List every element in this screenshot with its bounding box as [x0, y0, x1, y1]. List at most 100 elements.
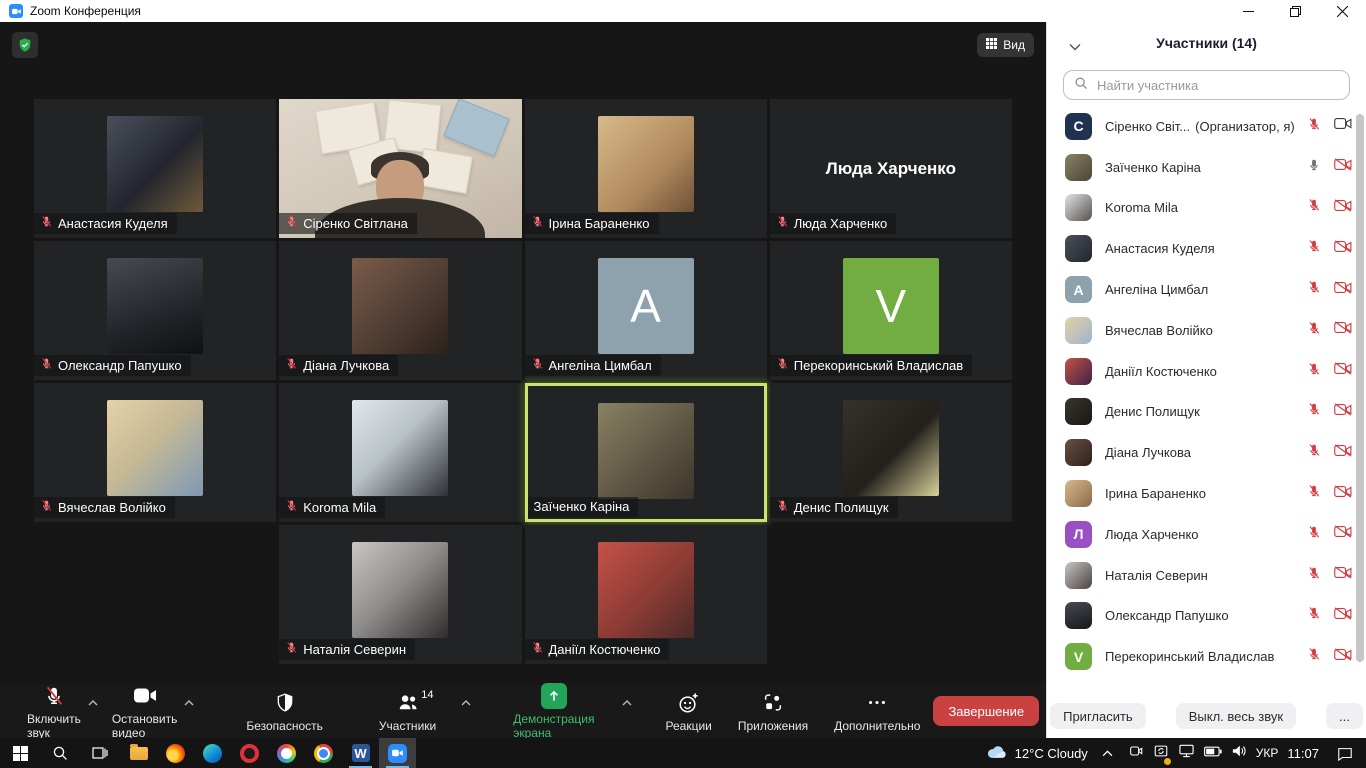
- participant-row[interactable]: Вячеслав Волійко: [1047, 310, 1366, 351]
- weather-widget[interactable]: 12°C Cloudy: [986, 744, 1088, 762]
- word-icon[interactable]: W: [342, 738, 379, 768]
- participant-photo: [352, 400, 448, 496]
- panel-scrollbar[interactable]: [1356, 114, 1364, 662]
- paint3d-icon[interactable]: [268, 738, 305, 768]
- participant-tile[interactable]: Денис Полищук: [770, 383, 1012, 522]
- window-title: Zoom Конференция: [30, 4, 141, 18]
- participant-row[interactable]: Анастасия Куделя: [1047, 228, 1366, 269]
- reactions-icon: [677, 690, 700, 716]
- tray-expand-icon[interactable]: [1097, 738, 1119, 768]
- camera-off-icon: [1334, 158, 1352, 176]
- participant-tile[interactable]: V Перекоринський Владислав: [770, 241, 1012, 380]
- close-button[interactable]: [1319, 0, 1366, 22]
- participant-avatar: V: [1065, 643, 1092, 670]
- toolbar-more-button[interactable]: Дополнительно: [821, 690, 933, 733]
- participant-tile[interactable]: Даніїл Костюченко: [525, 525, 767, 664]
- participant-photo: [107, 258, 203, 354]
- end-meeting-button[interactable]: Завершение: [933, 696, 1039, 726]
- chrome-icon[interactable]: [305, 738, 342, 768]
- participant-row[interactable]: Koroma Mila: [1047, 188, 1366, 229]
- panel-more-button[interactable]: ...: [1326, 703, 1363, 729]
- mic-muted-icon: [1307, 279, 1321, 300]
- participant-row[interactable]: Наталія Северин: [1047, 555, 1366, 596]
- toolbar-stop-video-button[interactable]: Остановить видео: [99, 683, 191, 740]
- video-grid: Анастасия Куделя Сіренко Світлана: [34, 99, 1012, 664]
- battery-icon[interactable]: [1204, 744, 1222, 762]
- participant-row[interactable]: V Перекоринський Владислав: [1047, 636, 1366, 677]
- participant-row[interactable]: Ірина Бараненко: [1047, 473, 1366, 514]
- apps-icon: [762, 690, 784, 716]
- minimize-button[interactable]: [1225, 0, 1272, 22]
- muted-mic-icon: [40, 215, 53, 231]
- participant-tile[interactable]: Koroma Mila: [279, 383, 521, 522]
- action-center-icon[interactable]: [1328, 738, 1362, 768]
- mic-muted-icon: [1307, 524, 1321, 545]
- participant-row[interactable]: C Сіренко Світ... (Организатор, я): [1047, 106, 1366, 147]
- participant-tile[interactable]: Ірина Бараненко: [525, 99, 767, 238]
- toolbar-reactions-button[interactable]: Реакции: [653, 690, 725, 733]
- view-button[interactable]: Вид: [977, 33, 1034, 57]
- sync-tray-icon[interactable]: [1153, 743, 1169, 764]
- mic-muted-icon: [43, 683, 65, 709]
- restore-button[interactable]: [1272, 0, 1319, 22]
- edge-icon[interactable]: [194, 738, 231, 768]
- participant-avatar: [1065, 235, 1092, 262]
- participant-tile[interactable]: Сіренко Світлана: [279, 99, 521, 238]
- taskbar-clock[interactable]: 11:07: [1287, 746, 1319, 761]
- muted-mic-icon: [40, 499, 53, 515]
- participant-row[interactable]: A Ангеліна Цимбал: [1047, 269, 1366, 310]
- participant-photo: [843, 400, 939, 496]
- toolbar-apps-button[interactable]: Приложения: [725, 690, 821, 733]
- participant-tile[interactable]: Вячеслав Волійко: [34, 383, 276, 522]
- toolbar-label: Демонстрация экрана: [513, 712, 594, 740]
- participant-tile[interactable]: Діана Лучкова: [279, 241, 521, 380]
- toolbar-unmute-button[interactable]: Включить звук: [14, 683, 94, 740]
- security-verified-icon[interactable]: [12, 32, 38, 58]
- opera-icon[interactable]: [231, 738, 268, 768]
- participant-row[interactable]: Денис Полищук: [1047, 392, 1366, 433]
- chevron-up-icon[interactable]: [622, 690, 632, 716]
- taskbar-search-icon[interactable]: [40, 738, 80, 768]
- participant-row[interactable]: Діана Лучкова: [1047, 432, 1366, 473]
- firefox-icon[interactable]: [157, 738, 194, 768]
- muted-mic-icon: [531, 215, 544, 231]
- toolbar-share-screen-button[interactable]: Демонстрация экрана: [500, 683, 607, 740]
- participant-tile[interactable]: Анастасия Куделя: [34, 99, 276, 238]
- task-view-icon[interactable]: [80, 738, 120, 768]
- more-icon: [866, 690, 888, 716]
- participant-row[interactable]: Л Люда Харченко: [1047, 514, 1366, 555]
- participant-photo: [598, 116, 694, 212]
- chevron-down-icon[interactable]: [1069, 38, 1081, 56]
- zoom-tray-icon[interactable]: [1128, 743, 1144, 764]
- participant-tile[interactable]: Олександр Папушко: [34, 241, 276, 380]
- participant-avatar: [1065, 317, 1092, 344]
- toolbar-security-button[interactable]: Безопасность: [233, 690, 336, 733]
- participant-row[interactable]: Заїченко Каріна: [1047, 147, 1366, 188]
- start-button[interactable]: [0, 738, 40, 768]
- camera-off-icon: [1334, 566, 1352, 584]
- participant-tile[interactable]: Наталія Северин: [279, 525, 521, 664]
- participant-name-label: Вячеслав Волійко: [34, 497, 175, 518]
- keyboard-language[interactable]: УКР: [1256, 746, 1279, 760]
- participant-photo: [352, 258, 448, 354]
- participant-tile[interactable]: Заїченко Каріна: [525, 383, 767, 522]
- search-input[interactable]: [1095, 77, 1339, 94]
- participant-row[interactable]: Олександр Папушко: [1047, 596, 1366, 637]
- mute-all-button[interactable]: Выкл. весь звук: [1176, 703, 1296, 729]
- participant-tile[interactable]: A Ангеліна Цимбал: [525, 241, 767, 380]
- meeting-toolbar: Включить звук Остановить видео Безопасно…: [0, 684, 1046, 738]
- participant-row[interactable]: Даніїл Костюченко: [1047, 351, 1366, 392]
- network-icon[interactable]: [1178, 743, 1195, 763]
- search-box[interactable]: [1063, 70, 1350, 100]
- participant-tile[interactable]: Люда Харченко Люда Харченко: [770, 99, 1012, 238]
- camera-off-icon: [1334, 485, 1352, 503]
- invite-button[interactable]: Пригласить: [1050, 703, 1146, 729]
- file-explorer-icon[interactable]: [120, 738, 157, 768]
- participant-avatar: [1065, 154, 1092, 181]
- muted-mic-icon: [776, 215, 789, 231]
- toolbar-label: Остановить видео: [112, 712, 178, 740]
- zoom-taskbar-icon[interactable]: [379, 738, 416, 768]
- volume-icon[interactable]: [1231, 744, 1247, 763]
- toolbar-participants-button[interactable]: 14 Участники: [366, 690, 449, 733]
- chevron-up-icon[interactable]: [461, 690, 471, 716]
